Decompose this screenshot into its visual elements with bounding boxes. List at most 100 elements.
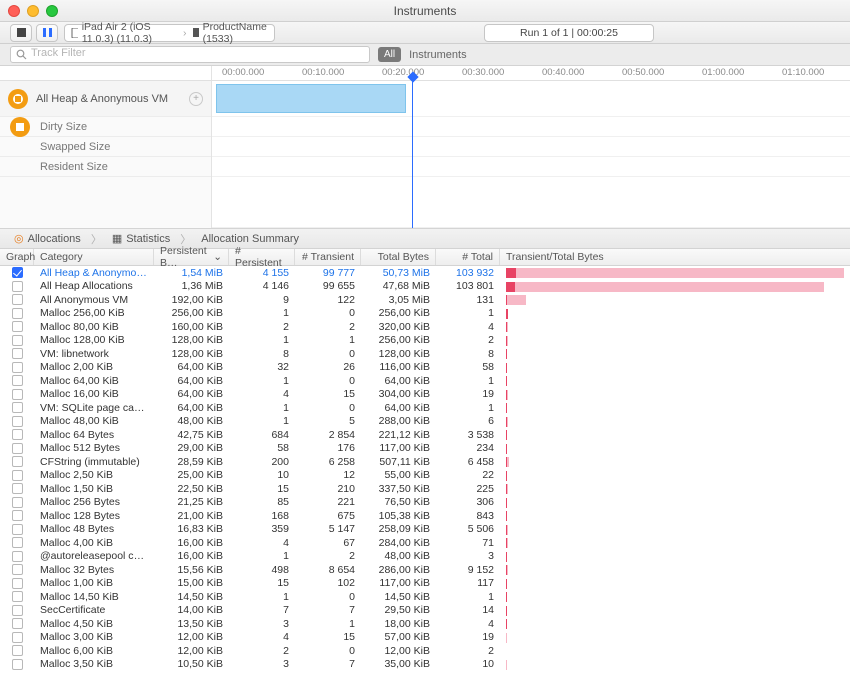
table-row[interactable]: Malloc 2,50 KiB25,00 KiB101255,00 KiB22	[0, 469, 850, 483]
graph-checkbox[interactable]	[12, 564, 23, 575]
graph-checkbox[interactable]	[12, 483, 23, 494]
table-row[interactable]: Malloc 256 Bytes21,25 KiB8522176,50 KiB3…	[0, 496, 850, 510]
add-track-button[interactable]: +	[189, 92, 203, 106]
cell-category: Malloc 1,00 KiB	[34, 577, 154, 589]
graph-checkbox[interactable]	[12, 348, 23, 359]
table-row[interactable]: All Heap & Anonymous V…1,54 MiB4 15599 7…	[0, 266, 850, 280]
graph-checkbox[interactable]	[12, 443, 23, 454]
graph-checkbox[interactable]	[12, 510, 23, 521]
table-row[interactable]: Malloc 4,00 KiB16,00 KiB467284,00 KiB71	[0, 536, 850, 550]
graph-checkbox[interactable]	[12, 416, 23, 427]
th-n-transient[interactable]: # Transient	[295, 249, 361, 265]
graph-checkbox[interactable]	[12, 362, 23, 373]
graph-checkbox[interactable]	[12, 618, 23, 629]
th-graph[interactable]: Graph	[0, 249, 34, 265]
target-selector[interactable]: iPad Air 2 (iOS 11.0.3) (11.0.3) › Produ…	[64, 24, 275, 42]
table-row[interactable]: CFString (immutable)28,59 KiB2006 258507…	[0, 455, 850, 469]
cell-pb: 29,00 KiB	[154, 442, 229, 454]
pathbar-allocation-summary[interactable]: Allocation Summary	[195, 233, 305, 245]
pathbar-statistics[interactable]: ▦ Statistics	[106, 232, 176, 245]
graph-checkbox[interactable]	[12, 294, 23, 305]
table-row[interactable]: Malloc 16,00 KiB64,00 KiB415304,00 KiB19	[0, 388, 850, 402]
cell-ratio-bar	[500, 308, 850, 319]
graph-checkbox[interactable]	[12, 429, 23, 440]
graph-checkbox[interactable]	[12, 389, 23, 400]
table-row[interactable]: Malloc 128 Bytes21,00 KiB168675105,38 Ki…	[0, 509, 850, 523]
track-dirty-size[interactable]: Dirty Size	[0, 117, 211, 137]
graph-checkbox[interactable]	[12, 335, 23, 346]
table-row[interactable]: Malloc 256,00 KiB256,00 KiB10256,00 KiB1	[0, 307, 850, 321]
table-row[interactable]: SecCertificate14,00 KiB7729,50 KiB14	[0, 604, 850, 618]
th-n-persistent[interactable]: # Persistent	[229, 249, 295, 265]
graph-checkbox[interactable]	[12, 470, 23, 481]
graph-checkbox[interactable]	[12, 308, 23, 319]
filter-pill-all[interactable]: All	[378, 47, 401, 62]
table-row[interactable]: Malloc 64 Bytes42,75 KiB6842 854221,12 K…	[0, 428, 850, 442]
table-row[interactable]: Malloc 64,00 KiB64,00 KiB1064,00 KiB1	[0, 374, 850, 388]
table-row[interactable]: Malloc 3,00 KiB12,00 KiB41557,00 KiB19	[0, 631, 850, 645]
table-row[interactable]: Malloc 3,50 KiB10,50 KiB3735,00 KiB10	[0, 658, 850, 672]
cell-ratio-bar	[500, 402, 850, 413]
table-row[interactable]: Malloc 1,50 KiB22,50 KiB15210337,50 KiB2…	[0, 482, 850, 496]
table-row[interactable]: @autoreleasepool content16,00 KiB1248,00…	[0, 550, 850, 564]
record-stop-button[interactable]	[10, 24, 32, 42]
th-n-total[interactable]: # Total	[436, 249, 500, 265]
table-row[interactable]: Malloc 4,50 KiB13,50 KiB3118,00 KiB4	[0, 617, 850, 631]
pause-button[interactable]	[36, 24, 58, 42]
table-row[interactable]: Malloc 32 Bytes15,56 KiB4988 654286,00 K…	[0, 563, 850, 577]
track-swapped-size[interactable]: Swapped Size	[0, 137, 211, 157]
table-row[interactable]: Malloc 2,00 KiB64,00 KiB3226116,00 KiB58	[0, 361, 850, 375]
table-row[interactable]: Malloc 512 Bytes29,00 KiB58176117,00 KiB…	[0, 442, 850, 456]
table-row[interactable]: Malloc 48,00 KiB48,00 KiB15288,00 KiB6	[0, 415, 850, 429]
graph-checkbox[interactable]	[12, 645, 23, 656]
table-row[interactable]: VM: SQLite page cache64,00 KiB1064,00 Ki…	[0, 401, 850, 415]
tracks-lanes[interactable]	[212, 81, 850, 228]
graph-checkbox[interactable]	[12, 456, 23, 467]
graph-checkbox[interactable]	[12, 524, 23, 535]
graph-checkbox[interactable]	[12, 267, 23, 278]
stop-icon	[17, 28, 26, 37]
cell-category: Malloc 3,50 KiB	[34, 658, 154, 670]
th-ratio[interactable]: Transient/Total Bytes	[500, 249, 850, 265]
cell-tb: 55,00 KiB	[361, 469, 436, 481]
cell-np: 3	[229, 618, 295, 630]
th-persistent-bytes[interactable]: Persistent B…⌄	[154, 249, 229, 265]
table-row[interactable]: Malloc 80,00 KiB160,00 KiB22320,00 KiB4	[0, 320, 850, 334]
table-row[interactable]: All Heap Allocations1,36 MiB4 14699 6554…	[0, 280, 850, 294]
table-row[interactable]: VM: libnetwork128,00 KiB80128,00 KiB8	[0, 347, 850, 361]
graph-checkbox[interactable]	[12, 375, 23, 386]
cell-category: Malloc 4,00 KiB	[34, 537, 154, 549]
table-body[interactable]: All Heap & Anonymous V…1,54 MiB4 15599 7…	[0, 266, 850, 685]
graph-checkbox[interactable]	[12, 551, 23, 562]
track-filter-input[interactable]: Track Filter	[10, 46, 370, 63]
graph-checkbox[interactable]	[12, 578, 23, 589]
track-resident-size[interactable]: Resident Size	[0, 157, 211, 177]
graph-checkbox[interactable]	[12, 281, 23, 292]
graph-checkbox[interactable]	[12, 497, 23, 508]
cell-category: Malloc 128 Bytes	[34, 510, 154, 522]
graph-checkbox[interactable]	[12, 591, 23, 602]
cell-np: 4 146	[229, 280, 295, 292]
time-ruler[interactable]: 00:00.00000:10.00000:20.00000:30.00000:4…	[0, 66, 850, 81]
cell-tot: 225	[436, 483, 500, 495]
pathbar-allocations[interactable]: ◎ Allocations	[8, 232, 87, 245]
graph-checkbox[interactable]	[12, 659, 23, 670]
track-main[interactable]: All Heap & Anonymous VM +	[0, 81, 211, 117]
table-row[interactable]: Malloc 128,00 KiB128,00 KiB11256,00 KiB2	[0, 334, 850, 348]
cell-nt: 2	[295, 550, 361, 562]
playhead[interactable]	[412, 81, 413, 228]
th-category[interactable]: Category	[34, 249, 154, 265]
table-row[interactable]: Malloc 6,00 KiB12,00 KiB2012,00 KiB2	[0, 644, 850, 658]
table-row[interactable]: All Anonymous VM192,00 KiB91223,05 MiB13…	[0, 293, 850, 307]
graph-checkbox[interactable]	[12, 402, 23, 413]
th-total-bytes[interactable]: Total Bytes	[361, 249, 436, 265]
table-row[interactable]: Malloc 1,00 KiB15,00 KiB15102117,00 KiB1…	[0, 577, 850, 591]
table-row[interactable]: Malloc 14,50 KiB14,50 KiB1014,50 KiB1	[0, 590, 850, 604]
graph-checkbox[interactable]	[12, 537, 23, 548]
run-status[interactable]: Run 1 of 1 | 00:00:25	[484, 24, 654, 42]
graph-checkbox[interactable]	[12, 605, 23, 616]
graph-checkbox[interactable]	[12, 321, 23, 332]
cell-np: 9	[229, 294, 295, 306]
table-row[interactable]: Malloc 48 Bytes16,83 KiB3595 147258,09 K…	[0, 523, 850, 537]
graph-checkbox[interactable]	[12, 632, 23, 643]
